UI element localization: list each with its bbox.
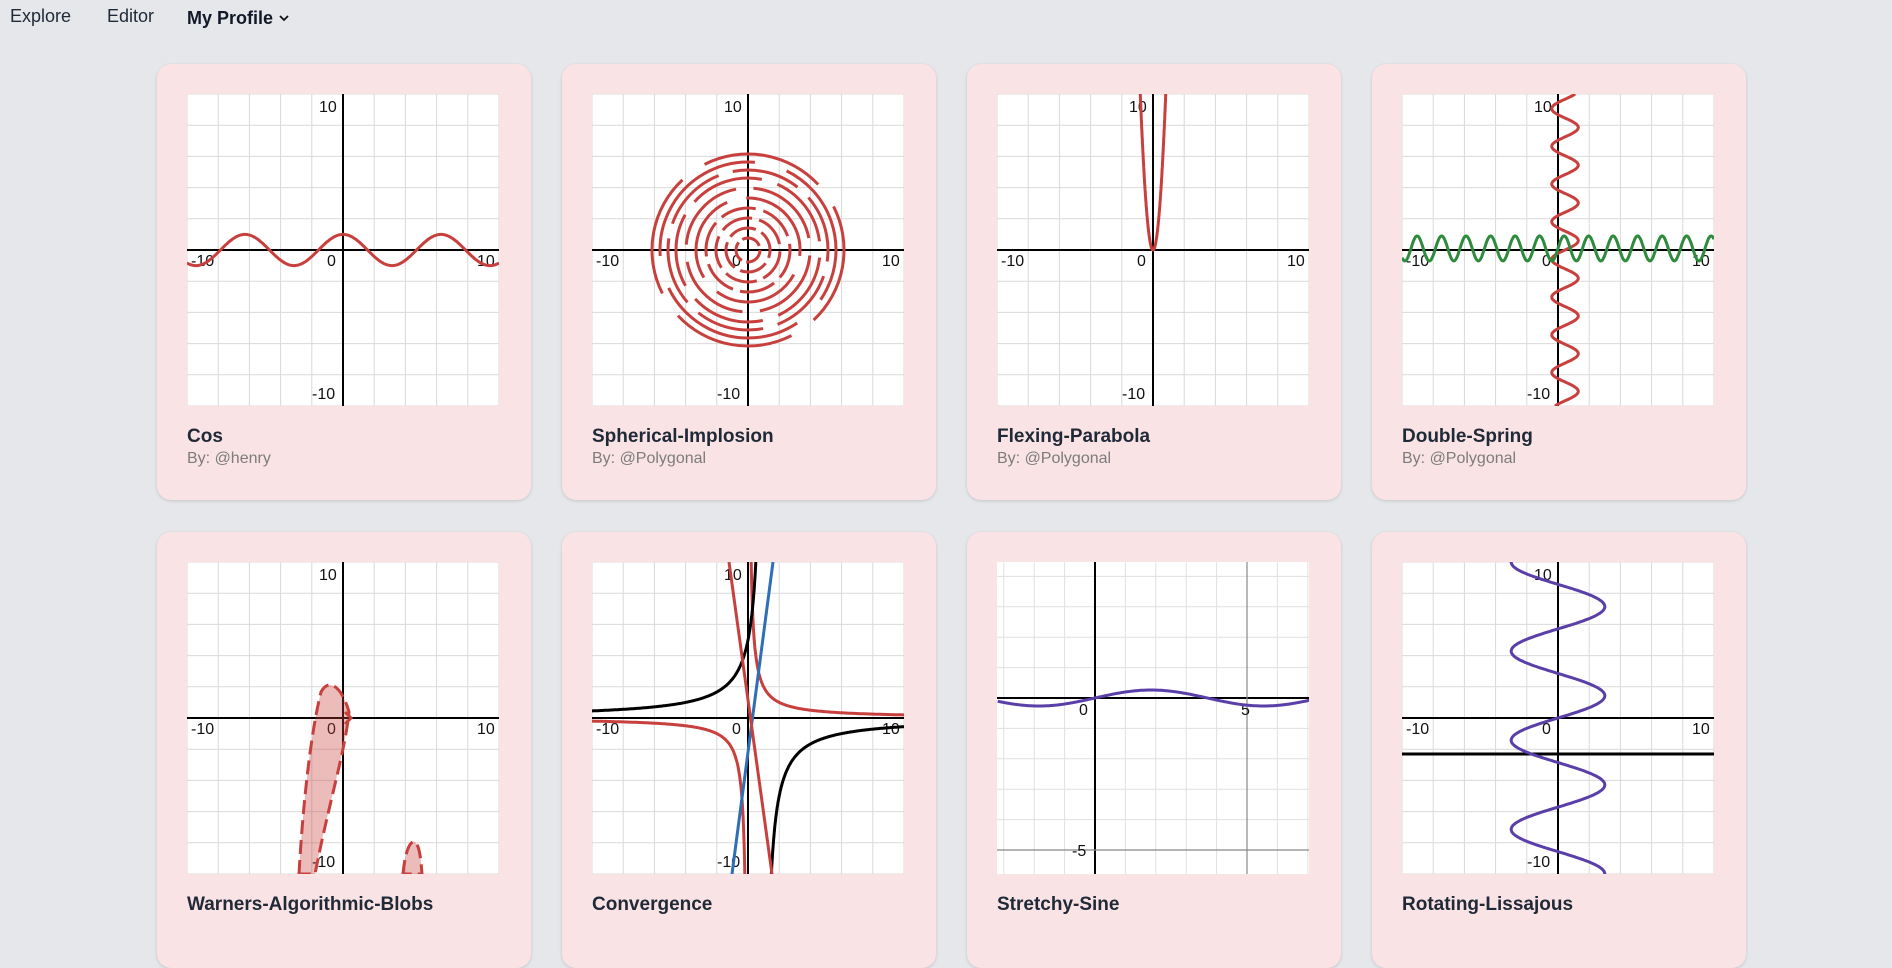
graph-plot-double-spring: 10 -10 0 10 -10 [1402,94,1714,406]
graph-plot-spherical-implosion: 10 -10 0 10 -10 [592,94,904,406]
graph-author[interactable]: By: @Polygonal [592,450,706,468]
graph-title: Warners-Algorithmic-Blobs [187,894,434,915]
tick-label-y-bottom: -10 [717,854,740,871]
graph-plot-warners-algorithmic-blobs: 10 -10 0 10 -10 [187,562,499,874]
tick-label-x-right: 10 [1692,721,1710,738]
tick-label-y-bottom: -10 [717,386,740,403]
graph-plot-rotating-lissajous: 10 -10 0 10 -10 [1402,562,1714,874]
tick-label-y-minus5: -5 [1072,843,1086,860]
blob-region-left [297,683,351,874]
graph-title: Double-Spring [1402,426,1533,447]
graph-card-convergence[interactable]: 10 -10 0 10 -10 Convergence [562,532,936,968]
graph-plot-cos: 10 -10 0 10 -10 [187,94,499,406]
graph-plot-stretchy-sine: 0 5 -5 [997,562,1309,874]
tick-label-y-bottom: -10 [1527,854,1550,871]
graph-author[interactable]: By: @Polygonal [1402,450,1516,468]
chevron-down-icon [279,6,289,27]
nav-editor[interactable]: Editor [107,6,154,27]
tick-label-y-bottom: -10 [1122,386,1145,403]
tick-label-x-left: -10 [191,721,214,738]
tick-label-origin: 0 [1137,253,1146,270]
graph-title: Spherical-Implosion [592,426,774,447]
tick-label-y-top: 10 [319,99,337,116]
graph-title: Flexing-Parabola [997,426,1151,447]
tick-label-y-top: 10 [319,567,337,584]
graph-title: Stretchy-Sine [997,894,1120,915]
curve-hyperbola-red-b [592,719,747,874]
tick-label-x-left: -10 [596,253,619,270]
graph-card-warners-algorithmic-blobs[interactable]: 10 -10 0 10 -10 Warners-Algorithmic-Blob… [157,532,531,968]
curve-hyperbola-red-a [749,562,904,717]
graph-title: Cos [187,426,223,447]
graph-author[interactable]: By: @Polygonal [997,450,1111,468]
graph-card-flexing-parabola[interactable]: 10 -10 0 10 -10 Flexing-Parabola By: @Po… [967,64,1341,500]
tick-label-x-left: -10 [1406,721,1429,738]
nav-explore[interactable]: Explore [10,6,71,27]
tick-label-x-right: 10 [477,721,495,738]
graph-card-rotating-lissajous[interactable]: 10 -10 0 10 -10 Rotating-Lissajous [1372,532,1746,968]
tick-label-x-left: -10 [1001,253,1024,270]
graph-plot-flexing-parabola: 10 -10 0 10 -10 [997,94,1309,406]
tick-label-x-right: 10 [882,253,900,270]
tick-label-y-top: 10 [724,99,742,116]
tick-label-origin: 0 [327,253,336,270]
grid-fine [997,562,1309,874]
graph-plot-convergence: 10 -10 0 10 -10 [592,562,904,874]
tick-label-x-right: 10 [1287,253,1305,270]
nav-my-profile-label: My Profile [187,8,274,28]
tick-label-x-left: -10 [191,253,214,270]
tick-label-origin: 0 [1079,702,1088,719]
graph-card-double-spring[interactable]: 10 -10 0 10 -10 Double-Spring By: @Polyg… [1372,64,1746,500]
tick-label-x-left: -10 [596,721,619,738]
top-navigation: Explore Editor My Profile [0,0,1892,34]
graph-title: Rotating-Lissajous [1402,894,1574,915]
tick-label-origin: 0 [732,721,741,738]
graph-author[interactable]: By: @henry [187,450,271,468]
tick-label-y-bottom: -10 [312,386,335,403]
nav-my-profile[interactable]: My Profile [187,6,289,29]
graph-card-stretchy-sine[interactable]: 0 5 -5 Stretchy-Sine [967,532,1341,968]
tick-label-y-top: 10 [1534,99,1552,116]
graph-title: Convergence [592,894,713,915]
tick-label-y-top: 10 [1129,99,1147,116]
graph-card-cos[interactable]: 10 -10 0 10 -10 Cos By: @henry [157,64,531,500]
tick-label-y-bottom: -10 [1527,386,1550,403]
graph-card-spherical-implosion[interactable]: 10 -10 0 10 -10 Spherical-Implosion By: … [562,64,936,500]
